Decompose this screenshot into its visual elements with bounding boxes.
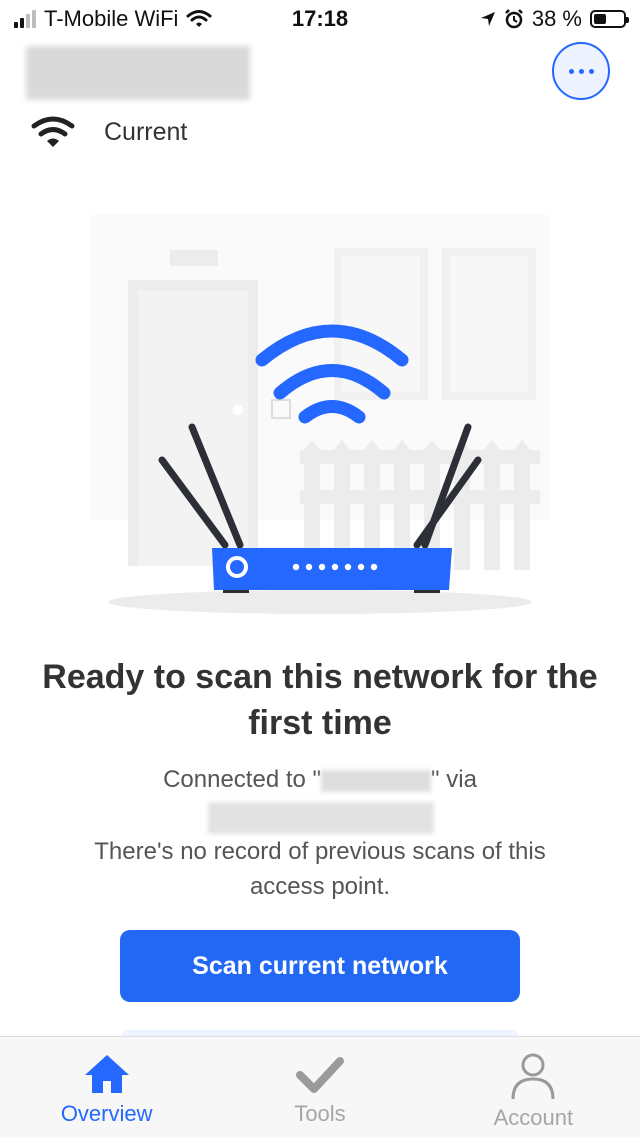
tab-overview[interactable]: Overview bbox=[0, 1037, 213, 1137]
tab-tools[interactable]: Tools bbox=[213, 1037, 426, 1137]
tab-bar: Overview Tools Account bbox=[0, 1036, 640, 1137]
battery-percent: 38 % bbox=[531, 6, 582, 31]
router-body bbox=[212, 548, 452, 590]
connected-prefix: Connected to " bbox=[163, 766, 322, 793]
checkmark-icon bbox=[295, 1057, 344, 1093]
no-record-text: There's no record of previous scans of t… bbox=[94, 838, 546, 900]
battery-level bbox=[594, 14, 607, 24]
alarm-icon bbox=[504, 9, 523, 29]
ssid-redacted bbox=[321, 769, 432, 792]
door-sign bbox=[170, 250, 218, 266]
door-knob bbox=[233, 405, 243, 415]
tab-account-label: Account bbox=[493, 1105, 574, 1130]
ellipsis-icon bbox=[568, 68, 574, 74]
status-right: 38 % bbox=[480, 6, 629, 32]
person-icon bbox=[511, 1053, 555, 1100]
scan-current-network-button[interactable]: Scan current network bbox=[120, 930, 520, 1002]
location-arrow-icon bbox=[480, 12, 495, 26]
current-network-row: Current bbox=[30, 114, 187, 150]
tab-overview-label: Overview bbox=[60, 1101, 153, 1126]
battery-icon bbox=[590, 10, 629, 28]
more-options-button[interactable] bbox=[552, 42, 610, 100]
connected-suffix: " via bbox=[431, 766, 477, 793]
home-icon bbox=[84, 1055, 129, 1093]
wifi-icon bbox=[31, 116, 75, 147]
current-label: Current bbox=[104, 117, 188, 146]
connected-to-text: Connected to " " via bbox=[40, 764, 600, 796]
tab-tools-label: Tools bbox=[294, 1101, 346, 1126]
status-bar: T-Mobile WiFi 17:18 38 % bbox=[0, 0, 640, 42]
tab-account[interactable]: Account bbox=[427, 1037, 640, 1137]
scan-headline: Ready to scan this network for the first… bbox=[42, 658, 598, 742]
router-illustration bbox=[90, 215, 550, 614]
floor-shadow bbox=[108, 590, 532, 614]
network-name-redacted bbox=[26, 46, 250, 100]
bssid-redacted bbox=[208, 802, 434, 834]
